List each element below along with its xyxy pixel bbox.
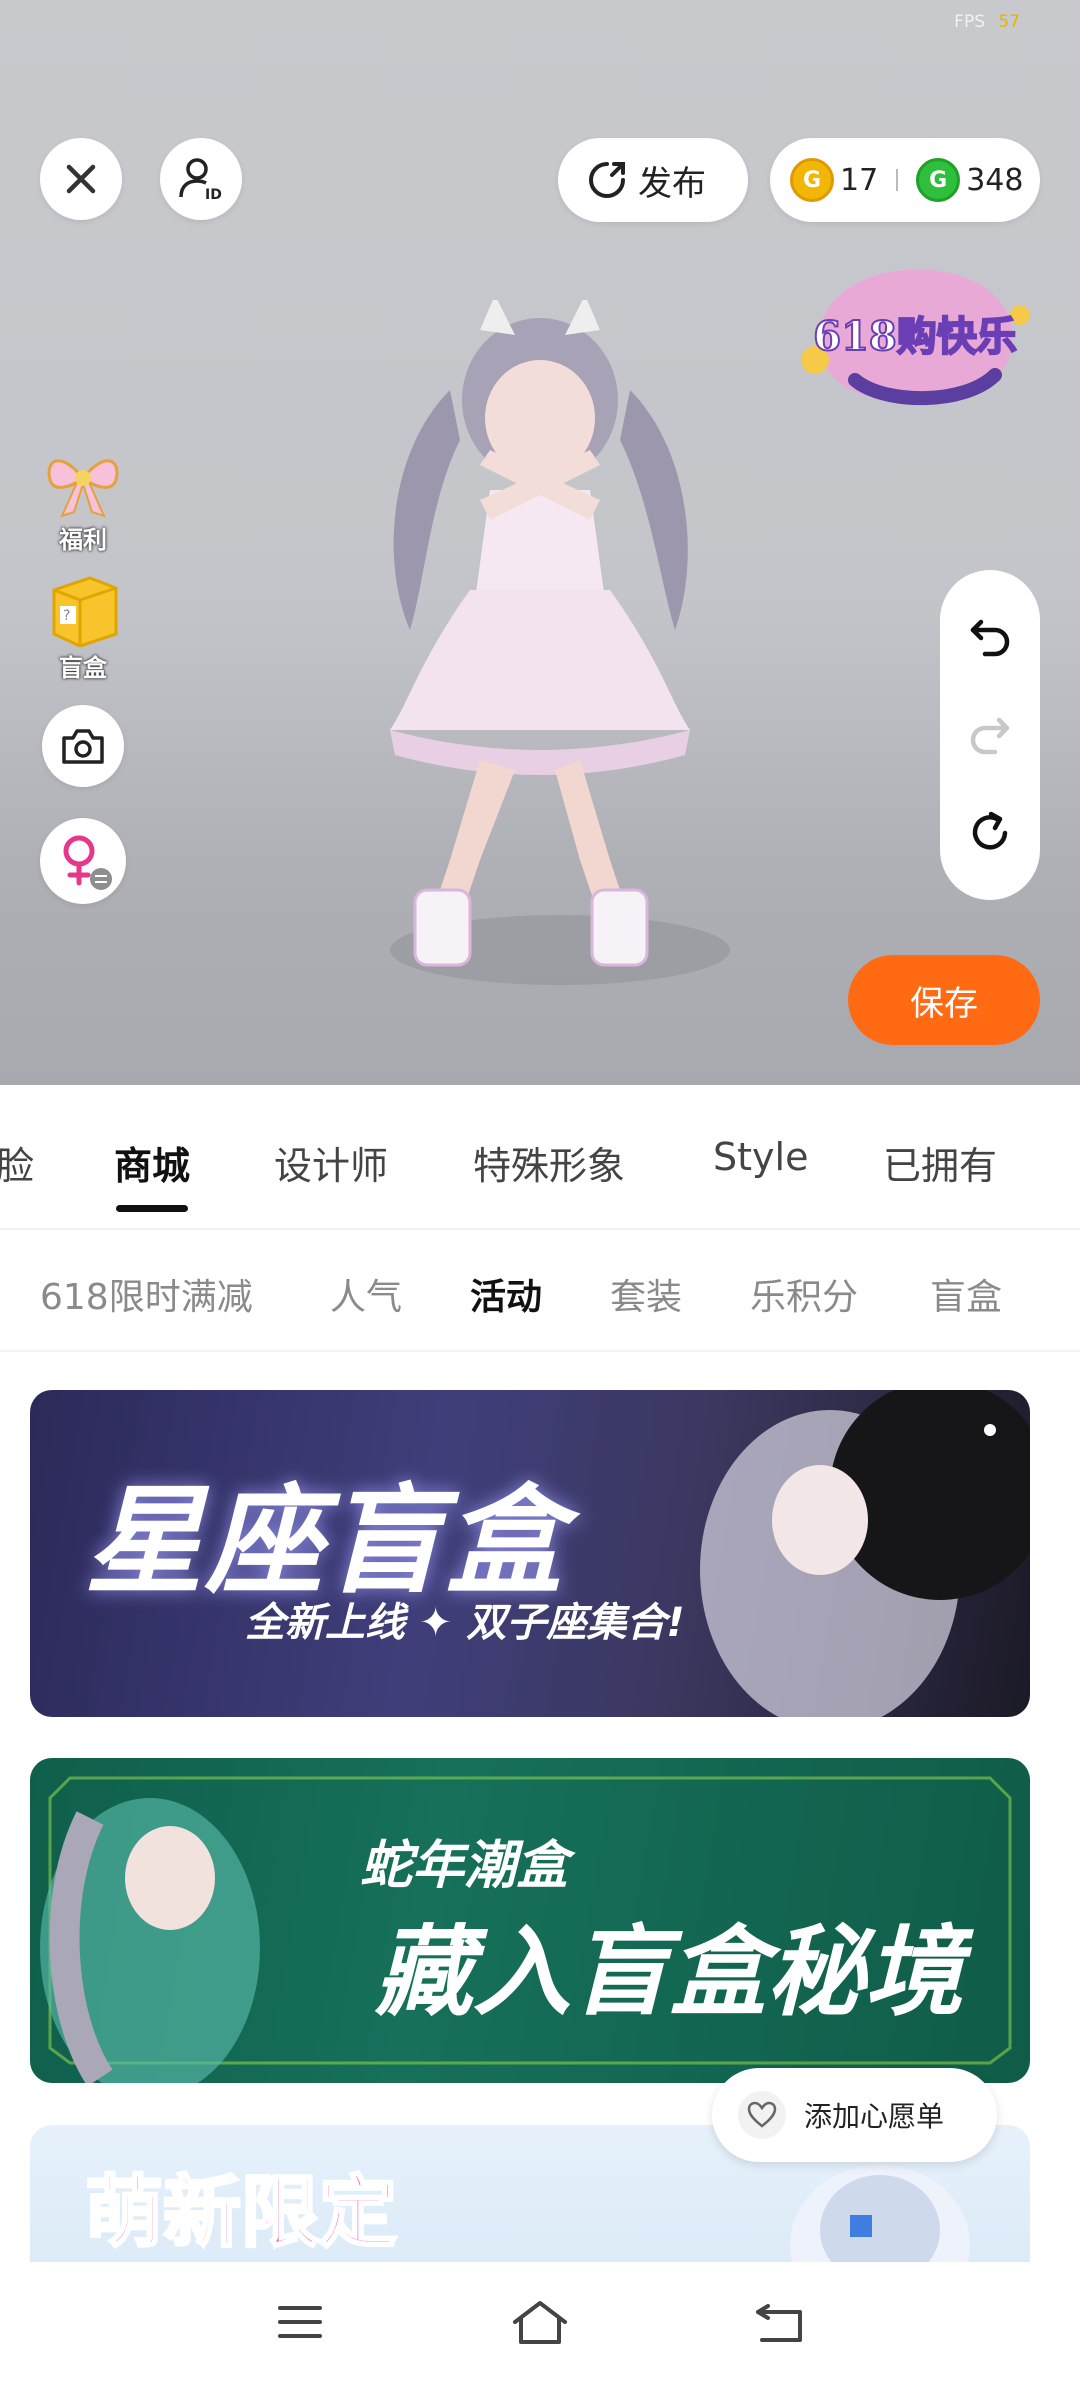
home-button[interactable]	[505, 2292, 575, 2352]
female-switch-icon	[63, 835, 112, 890]
menu-icon	[278, 2306, 322, 2338]
tab-special-avatar[interactable]: 特殊形象	[473, 1135, 625, 1190]
close-icon	[66, 164, 96, 194]
banner-zodiac-blindbox[interactable]: 星座盲盒 全新上线 ✦ 双子座集合!	[30, 1390, 1030, 1717]
tab-owned[interactable]: 已拥有	[883, 1135, 997, 1190]
reset-button[interactable]	[960, 803, 1020, 863]
banner1-subtitle: 全新上线 ✦ 双子座集合!	[245, 1600, 685, 1646]
currency-balance[interactable]: G 17 G 348	[770, 138, 1040, 222]
undo-icon	[970, 619, 1010, 657]
heart-icon	[738, 2091, 786, 2139]
active-tab-indicator	[116, 1205, 188, 1212]
back-button[interactable]	[745, 2292, 815, 2352]
fps-value: 57	[998, 12, 1020, 32]
promo-badge-text: 618购快乐	[813, 313, 1017, 360]
publish-icon	[589, 162, 625, 198]
welfare-button[interactable]: 福利	[38, 440, 128, 555]
tab-style[interactable]: Style	[713, 1135, 808, 1179]
tab-mall[interactable]: 商城	[114, 1135, 191, 1212]
fps-label: FPS	[954, 12, 985, 32]
category-tabs: 脸 商城 设计师 特殊形象 Style 已拥有	[0, 1085, 1080, 1230]
avatar-viewport[interactable]: FPS 57 ID 发布 G 17 G 348 618购快乐 福利 ? 盲盒 保…	[0, 0, 1080, 1085]
wishlist-label: 添加心愿单	[804, 2100, 945, 2133]
banner-snake-year-box[interactable]: 蛇年潮盒 藏入盲盒秘境	[30, 1758, 1030, 2083]
banner-character-art	[700, 1390, 1030, 1717]
redo-icon	[970, 717, 1010, 755]
menu-button[interactable]	[265, 2292, 335, 2352]
close-button[interactable]	[40, 138, 122, 220]
avatar-figure[interactable]	[330, 300, 750, 1020]
home-icon	[513, 2301, 567, 2344]
gold-coin-icon: G	[790, 158, 834, 202]
avatar-id-button[interactable]: ID	[160, 138, 242, 220]
promo-618-badge[interactable]: 618购快乐	[795, 245, 1035, 415]
banner2-title-line2: 藏入盲盒秘境	[375, 1915, 964, 2030]
save-button[interactable]: 保存	[848, 955, 1040, 1045]
subcategory-tabs: 618限时满减 人气 活动 套装 乐积分 盲盒	[0, 1232, 1080, 1352]
system-nav-bar	[0, 2262, 1080, 2388]
currency-divider	[896, 169, 899, 191]
gift-bow-icon	[47, 459, 119, 518]
blind-box-icon: ?	[52, 576, 118, 648]
blindbox-label: 盲盒	[59, 654, 107, 682]
gender-switch-button[interactable]	[40, 818, 126, 904]
undo-button[interactable]	[960, 607, 1020, 667]
banner3-title: 萌新限定	[83, 2166, 398, 2260]
refresh-icon	[972, 811, 1008, 850]
green-coin-icon: G	[916, 158, 961, 202]
subtab-points[interactable]: 乐积分	[750, 1268, 858, 1320]
user-id-icon: ID	[179, 158, 222, 203]
publish-button[interactable]: 发布	[558, 138, 748, 222]
tab-designer[interactable]: 设计师	[274, 1135, 388, 1190]
subtab-outfits[interactable]: 套装	[610, 1268, 682, 1320]
green-coin-count: 348	[966, 162, 1024, 198]
publish-label: 发布	[638, 163, 706, 204]
add-wishlist-button[interactable]: 添加心愿单	[712, 2068, 997, 2162]
svg-text:?: ?	[63, 608, 70, 624]
svg-text:ID: ID	[205, 187, 222, 203]
back-icon	[756, 2304, 802, 2342]
history-controls	[940, 570, 1040, 900]
camera-icon	[62, 729, 104, 764]
redo-button[interactable]	[960, 705, 1020, 765]
tab-face[interactable]: 脸	[0, 1135, 34, 1190]
welfare-label: 福利	[59, 526, 107, 554]
tab-mall-label: 商城	[114, 1144, 191, 1188]
subtab-events[interactable]: 活动	[470, 1268, 542, 1320]
subtab-blindbox[interactable]: 盲盒	[930, 1268, 1002, 1320]
subtab-popular[interactable]: 人气	[330, 1268, 402, 1320]
gold-coin-count: 17	[840, 162, 879, 198]
banner2-title-line1: 蛇年潮盒	[360, 1836, 569, 1896]
blindbox-button[interactable]: ? 盲盒	[38, 568, 128, 683]
camera-button[interactable]	[42, 705, 124, 787]
subtab-618-sale[interactable]: 618限时满减	[40, 1268, 253, 1320]
